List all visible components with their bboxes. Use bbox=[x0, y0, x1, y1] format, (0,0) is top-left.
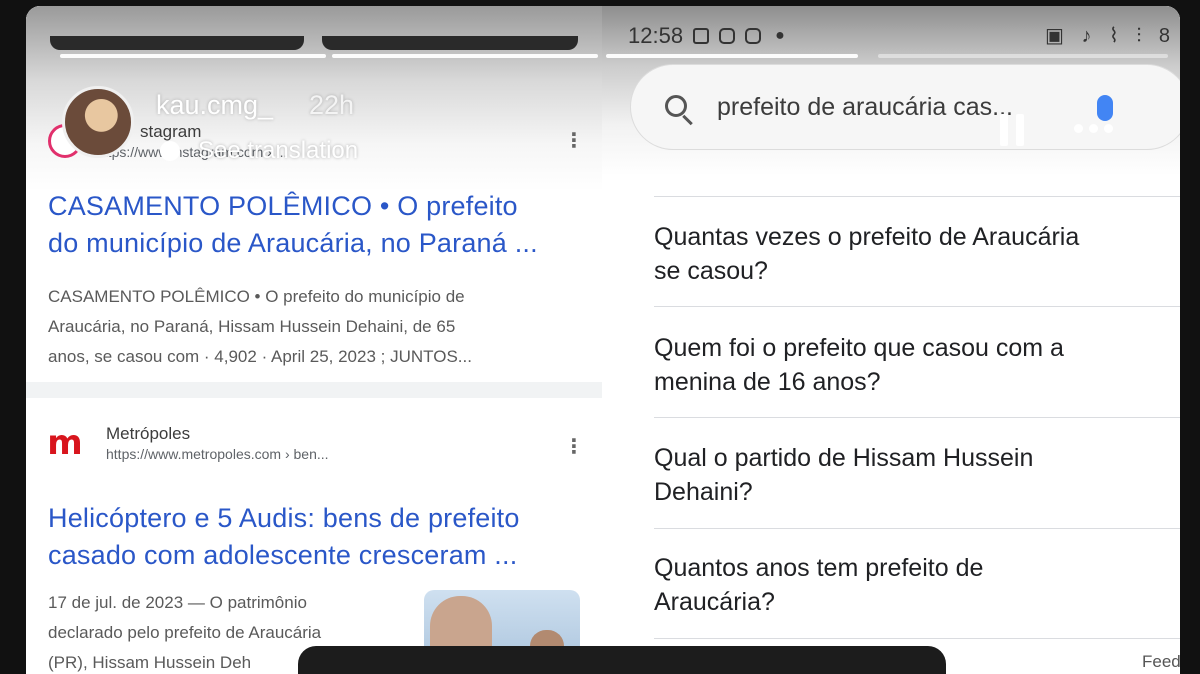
status-icons: ▣ ♪ ⌇ ⫶ 8 bbox=[1044, 25, 1176, 47]
result-url: https://www.metropoles.com › ben... bbox=[106, 446, 329, 462]
right-screenshot: 12:58 ● ▣ ♪ ⌇ ⫶ 8 prefeito de araucária … bbox=[602, 6, 1180, 674]
story-time: 22h bbox=[309, 90, 355, 120]
previous-card-edge bbox=[322, 36, 578, 50]
kebab-icon[interactable]: ⋮ bbox=[564, 434, 584, 459]
avatar[interactable] bbox=[62, 86, 134, 158]
see-translation-button[interactable]: See translation bbox=[160, 137, 358, 165]
story-progress bbox=[606, 54, 858, 58]
result-snippet: CASAMENTO POLÊMICO • O prefeito do munic… bbox=[48, 287, 472, 366]
mic-icon[interactable] bbox=[1097, 95, 1113, 121]
related-question[interactable]: Quantas vezes o prefeito de Araucária se… bbox=[654, 220, 1180, 288]
pause-icon[interactable] bbox=[1000, 114, 1026, 146]
question-divider bbox=[654, 638, 1180, 639]
story-progress bbox=[332, 54, 598, 58]
result-divider bbox=[26, 382, 602, 398]
result-source-name: Metrópoles bbox=[106, 424, 191, 443]
previous-card-edge bbox=[50, 36, 304, 50]
story-progress bbox=[878, 54, 1168, 58]
gallery-icon bbox=[693, 28, 710, 44]
result-source-row[interactable]: m Metrópoles https://www.metropoles.com … bbox=[47, 423, 329, 463]
story-frame: stagram https://www.instagram.com › ... … bbox=[26, 6, 1180, 674]
search-query: prefeito de araucária cas... bbox=[717, 93, 1013, 121]
result-snippet: 17 de jul. de 2023 — O patrimônio declar… bbox=[48, 593, 322, 672]
feedback-link[interactable]: Feed bbox=[1142, 652, 1180, 672]
more-icon[interactable] bbox=[1074, 124, 1113, 133]
instagram-icon bbox=[719, 28, 736, 44]
story-progress bbox=[60, 54, 326, 58]
translate-icon bbox=[160, 141, 180, 161]
question-divider bbox=[654, 306, 1180, 307]
related-question[interactable]: Quantos anos tem prefeito de Araucária? bbox=[654, 551, 1180, 619]
metropoles-icon: m bbox=[47, 423, 83, 463]
left-screenshot: stagram https://www.instagram.com › ... … bbox=[26, 6, 602, 674]
story-username[interactable]: kau.cmg_ bbox=[156, 90, 273, 121]
related-question[interactable]: Quem foi o prefeito que casou com a meni… bbox=[654, 331, 1180, 399]
question-divider bbox=[654, 417, 1180, 418]
story-reply-bar[interactable] bbox=[298, 646, 946, 674]
result-title[interactable]: Helicóptero e 5 Audis: bens de prefeito … bbox=[48, 500, 520, 574]
result-title[interactable]: CASAMENTO POLÊMICO • O prefeito do munic… bbox=[48, 188, 538, 262]
status-bar: 12:58 ● bbox=[628, 23, 785, 48]
related-question[interactable]: Qual o partido de Hissam Hussein Dehaini… bbox=[654, 441, 1180, 509]
search-icon bbox=[665, 95, 687, 117]
search-input[interactable]: prefeito de araucária cas... bbox=[630, 64, 1180, 150]
kebab-icon[interactable]: ⋮ bbox=[564, 128, 584, 153]
question-divider bbox=[654, 196, 1180, 197]
instagram-icon bbox=[745, 28, 762, 44]
question-divider bbox=[654, 528, 1180, 529]
